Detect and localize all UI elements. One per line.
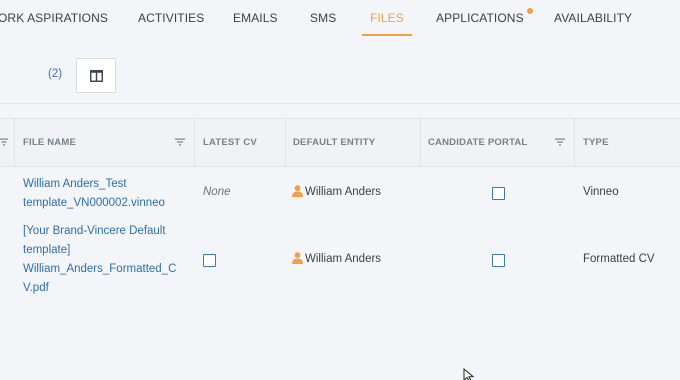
- tab-work-aspirations[interactable]: ORK ASPIRATIONS: [0, 11, 108, 38]
- file-name-line: template_VN000002.vinneo: [23, 197, 165, 209]
- file-name-line: [Your Brand-Vincere Default: [23, 225, 166, 237]
- file-name-link[interactable]: William Anders_Test template_VN000002.vi…: [23, 175, 165, 213]
- tab-emails[interactable]: EMAILS: [233, 11, 278, 38]
- tab-files[interactable]: FILES: [362, 11, 412, 38]
- column-header-default-entity[interactable]: DEFAULT ENTITY: [293, 119, 375, 166]
- tab-sms[interactable]: SMS: [310, 11, 336, 38]
- column-header-file-name[interactable]: FILE NAME: [23, 119, 76, 166]
- filter-icon[interactable]: [0, 138, 8, 146]
- latest-cv-value: None: [203, 186, 231, 198]
- latest-cv-checkbox[interactable]: [203, 254, 216, 267]
- tab-availability[interactable]: AVAILABILITY: [554, 11, 632, 38]
- file-name-line: V.pdf: [23, 282, 49, 294]
- file-name-line: template]: [23, 244, 71, 256]
- table-header: FILE NAME LATEST CV DEFAULT ENTITY CANDI…: [0, 118, 680, 167]
- table-body: William Anders_Test template_VN000002.vi…: [0, 167, 680, 380]
- mouse-cursor-icon: [463, 368, 475, 380]
- filter-icon[interactable]: [555, 138, 565, 146]
- filter-icon[interactable]: [175, 138, 185, 146]
- column-toggle-button[interactable]: [76, 58, 116, 93]
- person-icon: [292, 185, 303, 197]
- tab-bar: ORK ASPIRATIONS ACTIVITIES EMAILS SMS FI…: [0, 0, 680, 38]
- column-header-type[interactable]: TYPE: [583, 119, 609, 166]
- file-count: (2): [48, 68, 63, 80]
- columns-icon: [90, 70, 103, 82]
- file-name-line: William Anders_Test: [23, 178, 127, 190]
- column-divider: [194, 119, 195, 166]
- entity-name: William Anders: [305, 253, 382, 265]
- type-value: Vinneo: [583, 186, 619, 198]
- column-divider: [285, 119, 286, 166]
- tab-applications[interactable]: APPLICATIONS: [436, 8, 533, 38]
- notification-dot: [526, 8, 533, 14]
- file-name-link[interactable]: [Your Brand-Vincere Default template] Wi…: [23, 222, 176, 298]
- entity-name: William Anders: [305, 186, 382, 198]
- column-header-candidate-portal[interactable]: CANDIDATE PORTAL: [428, 119, 527, 166]
- default-entity: William Anders: [292, 250, 381, 269]
- default-entity: William Anders: [292, 183, 381, 202]
- candidate-portal-checkbox[interactable]: [492, 187, 505, 200]
- column-divider: [14, 119, 15, 166]
- divider: [0, 103, 680, 104]
- person-icon: [292, 252, 303, 264]
- column-header-latest-cv[interactable]: LATEST CV: [203, 119, 257, 166]
- column-divider: [420, 119, 421, 166]
- tab-activities[interactable]: ACTIVITIES: [138, 11, 204, 38]
- candidate-portal-checkbox[interactable]: [492, 254, 505, 267]
- type-value: Formatted CV: [583, 253, 655, 265]
- tab-applications-label: APPLICATIONS: [436, 11, 524, 25]
- file-name-line: William_Anders_Formatted_C: [23, 263, 177, 275]
- column-divider: [574, 119, 575, 166]
